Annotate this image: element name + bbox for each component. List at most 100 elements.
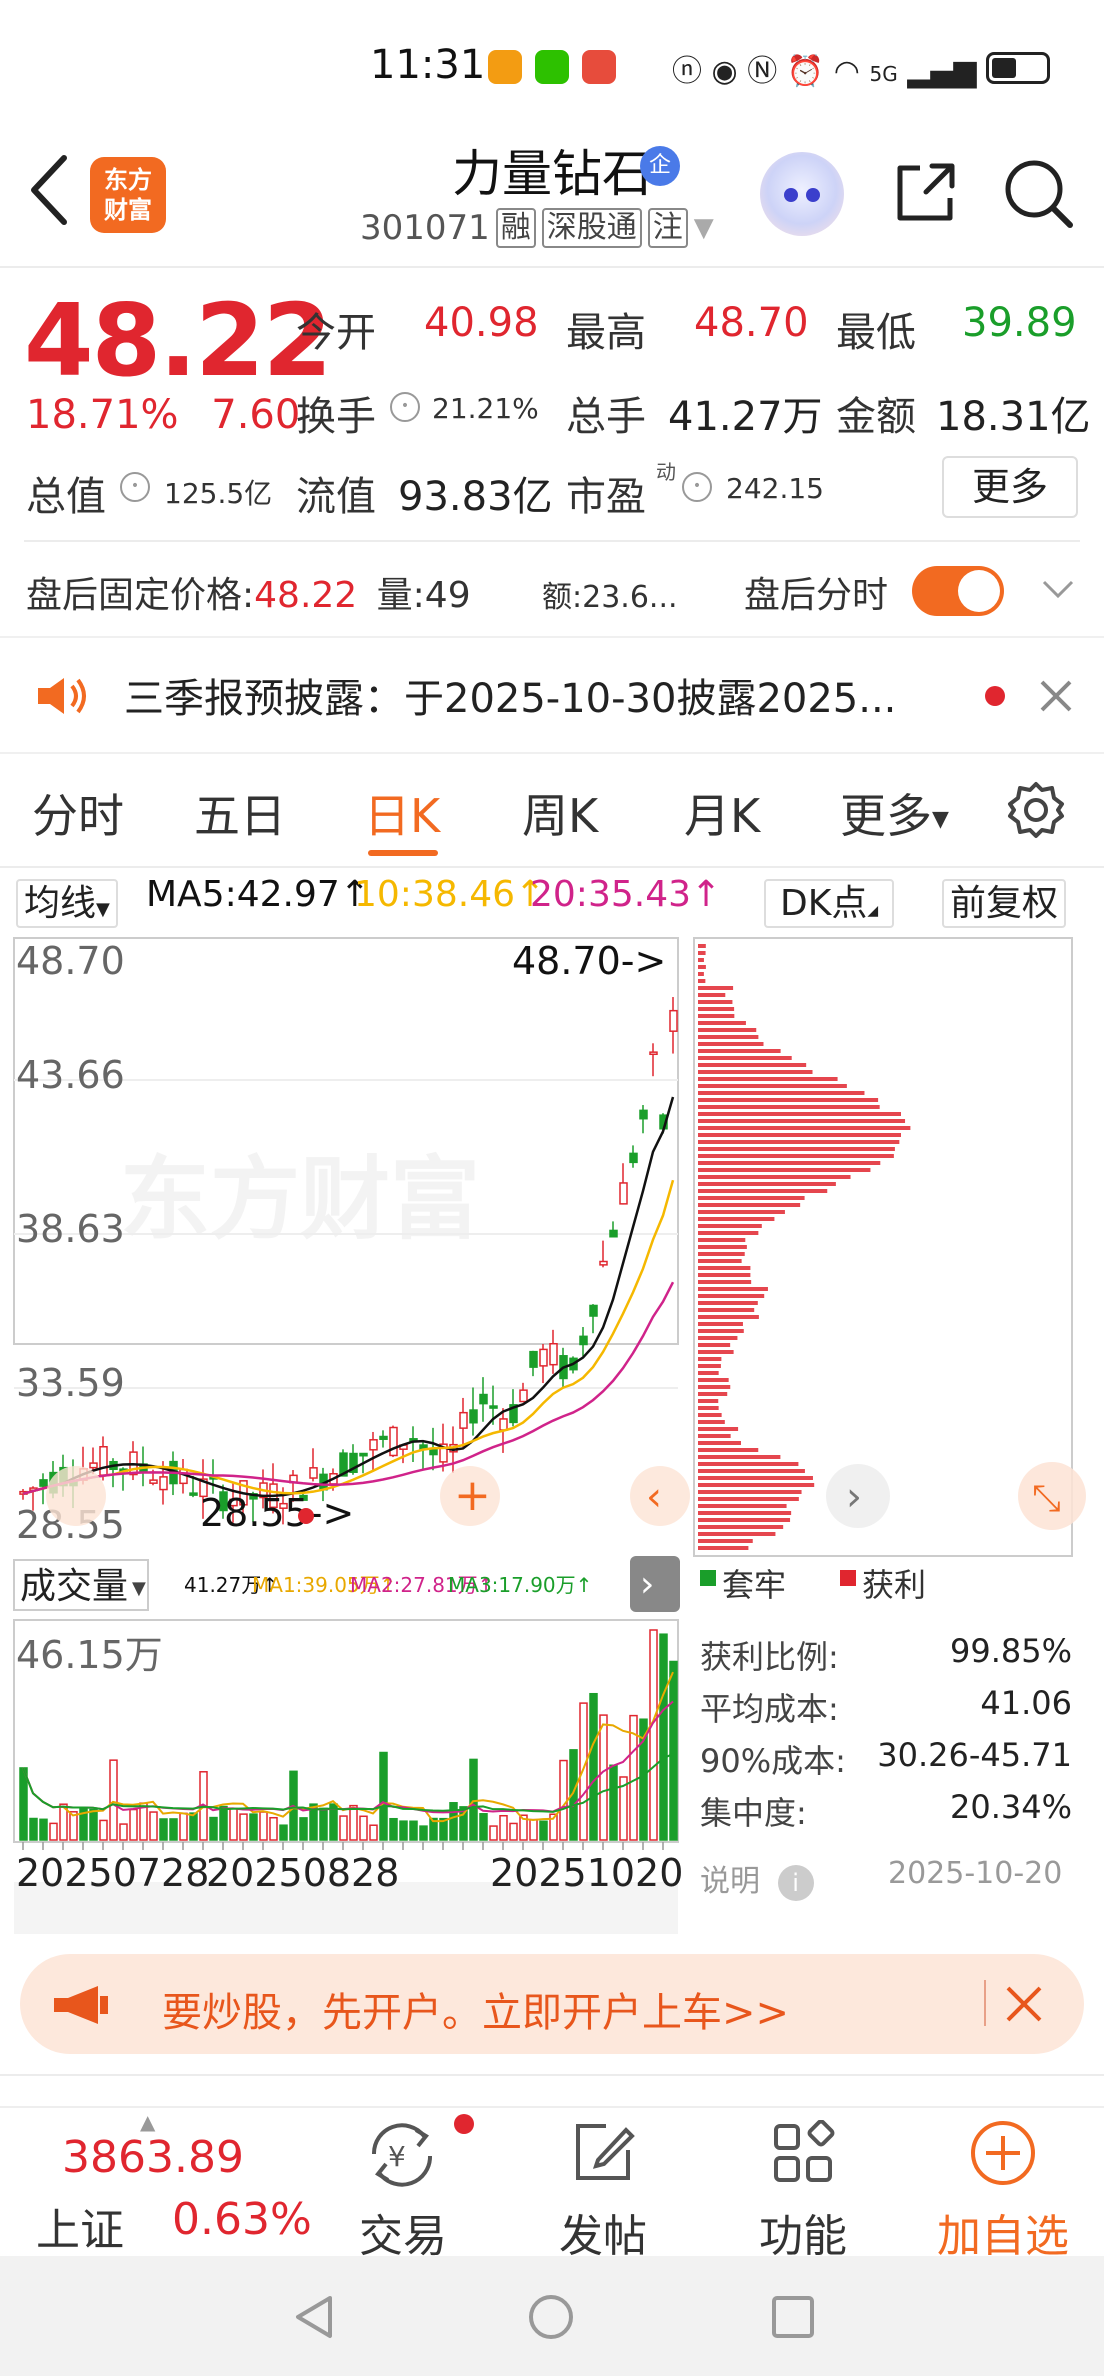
index-name[interactable]: 上证 [36, 2194, 124, 2258]
chip-bar [698, 1448, 759, 1452]
notice-bottom-divider [0, 752, 1104, 754]
nav-trade[interactable]: 交易 [328, 2200, 478, 2264]
profit-ratio-value: 99.85% [949, 1632, 1072, 1670]
index-value[interactable]: 3863.89 [62, 2132, 244, 2183]
tab-daily-k[interactable]: 日K [364, 780, 440, 846]
current-price: 48.22 [24, 282, 332, 399]
chip-bar [698, 1014, 735, 1018]
nfc-icon: Ⓝ [747, 54, 778, 89]
close-icon[interactable] [1036, 676, 1076, 716]
volume-bar [119, 1823, 128, 1841]
candle-body [359, 1452, 368, 1457]
volume-bar [349, 1804, 358, 1841]
nav-add-watchlist[interactable]: 加自选 [928, 2200, 1078, 2264]
nav-recents-icon[interactable] [768, 2292, 818, 2342]
gear-icon[interactable] [1006, 780, 1066, 840]
volume-bar [339, 1815, 348, 1841]
more-quote-button[interactable]: 更多 [942, 456, 1078, 518]
volume-bar [99, 1819, 108, 1841]
tab-monthly-k[interactable]: 月K [684, 780, 760, 846]
chevron-down-icon[interactable] [1040, 578, 1076, 602]
hidden-info-icon[interactable]: • [682, 472, 712, 502]
chip-bar [698, 1322, 743, 1326]
candle-body [549, 1342, 558, 1366]
chip-bar [698, 1154, 894, 1158]
battery-icon [986, 52, 1050, 84]
nav-post[interactable]: 发帖 [528, 2200, 678, 2264]
explain-link[interactable]: 说明 i [700, 1856, 814, 1901]
nav-functions[interactable]: 功能 [728, 2200, 878, 2264]
ma-selector-label: 均线 [24, 883, 97, 924]
after-hours-toggle[interactable] [912, 566, 1004, 616]
adjust-button[interactable]: 前复权 [942, 874, 1067, 928]
ma-selector[interactable]: 均线▼ [16, 874, 118, 928]
chip-bar [698, 1049, 781, 1053]
chip-bar [698, 1098, 879, 1102]
tab-intraday[interactable]: 分时 [32, 780, 124, 846]
concentration-value: 20.34% [949, 1788, 1072, 1826]
chip-bar [698, 1266, 751, 1270]
candle-body [369, 1439, 378, 1451]
chip-bar [698, 1434, 731, 1438]
chip-bar [698, 1546, 749, 1550]
dk-point-button[interactable]: DK点◢ [764, 874, 895, 928]
stock-code: 301071 [360, 208, 490, 248]
banner-text[interactable]: 要炒股，先开户。立即开户上车>> [162, 1980, 789, 2038]
nav-home-icon[interactable] [526, 2292, 576, 2342]
chip-bar [698, 1392, 728, 1396]
chip-bar [698, 1357, 722, 1361]
robot-eye [784, 188, 798, 202]
volume-bar [29, 1817, 38, 1841]
caret-down-icon: ▼ [932, 807, 949, 832]
close-icon[interactable] [1004, 1984, 1044, 2024]
volume-bar [359, 1815, 368, 1841]
volume-bar [369, 1824, 378, 1841]
chip-bar [698, 1077, 838, 1081]
volume-bar [159, 1818, 168, 1841]
tab-weekly-k[interactable]: 周K [522, 780, 598, 846]
caret-down-icon: ▼ [132, 1578, 146, 1599]
volume-bar [399, 1820, 408, 1841]
profit-legend-swatch [840, 1570, 856, 1586]
candle-body [469, 1409, 478, 1424]
mktcap-value: 125.5亿 [164, 477, 273, 510]
chip-bar [698, 1490, 802, 1494]
chip-bar [698, 1224, 762, 1228]
after-amt-value: 23.6... [582, 580, 678, 615]
stock-code-row[interactable]: 301071 融 深股通 注 ▼ [360, 208, 714, 248]
registration-tag: 注 [647, 208, 688, 248]
ai-assistant-icon[interactable] [760, 152, 844, 236]
date-label: 20250828 [206, 1851, 399, 1895]
ma20-value: 20:35.43↑ [530, 874, 722, 915]
candle-body [489, 1405, 498, 1409]
after-vol-value: 49 [424, 575, 471, 616]
low-value: 39.89 [962, 300, 1077, 346]
banner-bottom-divider [0, 2074, 1104, 2076]
volume-bar [379, 1751, 388, 1841]
adjust-label: 前复权 [942, 879, 1067, 928]
hidden-info-icon[interactable]: • [120, 472, 150, 502]
status-time: 11:31 [370, 42, 486, 88]
index-change[interactable]: 0.63% [172, 2194, 312, 2245]
chip-bar [698, 1511, 792, 1515]
candle-body [159, 1476, 168, 1491]
kline-frame [13, 937, 679, 1345]
nav-back-icon[interactable] [290, 2292, 340, 2342]
chip-bar [698, 972, 704, 976]
collapse-button[interactable] [630, 1556, 680, 1612]
avg-cost-label: 平均成本: [700, 1690, 839, 1728]
volume-bar [419, 1825, 428, 1841]
hidden-info-icon[interactable]: • [390, 392, 420, 422]
search-icon[interactable] [1000, 155, 1076, 231]
tab-more[interactable]: 更多▼ [840, 780, 949, 846]
speaker-icon [38, 678, 86, 714]
min-price-marker: 28.55-> [200, 1491, 354, 1535]
volume-bar [49, 1822, 58, 1841]
tab-more-label: 更多 [840, 789, 932, 843]
tab-five-day[interactable]: 五日 [194, 780, 286, 846]
volume-bar [499, 1814, 508, 1841]
chip-bar [698, 1315, 759, 1319]
scroll-left-button[interactable] [46, 1466, 106, 1526]
share-icon[interactable] [890, 158, 960, 228]
notice-text[interactable]: 三季报预披露：于2025-10-30披露2025... [124, 666, 944, 724]
